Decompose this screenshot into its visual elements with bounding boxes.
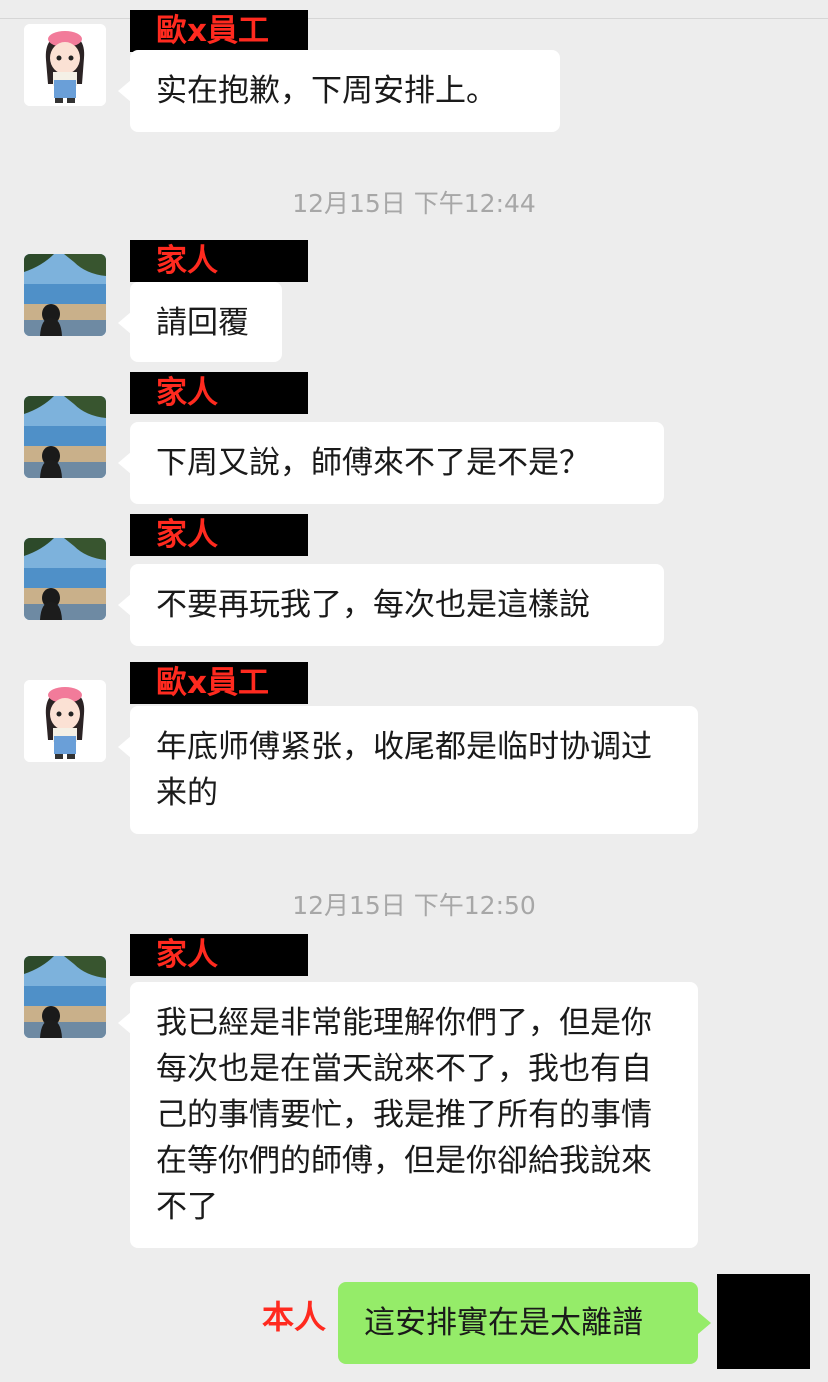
message-bubble[interactable]: 我已經是非常能理解你們了，但是你每次也是在當天說來不了，我也有自己的事情要忙，我… [118, 982, 698, 1248]
sender-name-tag: 歐x員工 [130, 662, 308, 704]
staff-avatar[interactable] [24, 24, 106, 106]
top-divider [0, 18, 828, 19]
message-bubble[interactable]: 下周又說，師傅來不了是不是？ [118, 422, 664, 504]
sender-name-tag: 家人 [130, 372, 308, 414]
family-avatar[interactable] [24, 538, 106, 620]
message-text: 实在抱歉，下周安排上。 [156, 73, 497, 109]
sender-name-tag: 家人 [130, 514, 308, 556]
message-text: 下周又說，師傅來不了是不是？ [156, 445, 590, 481]
chat-timestamp: 12月15日 下午12:50 [292, 891, 536, 920]
message-text: 請回覆 [156, 305, 249, 341]
message-bubble[interactable]: 年底师傅紧张，收尾都是临时协调过来的 [118, 706, 698, 834]
message-text: 這安排實在是太離譜 [364, 1305, 643, 1341]
message-text: 不要再玩我了，每次也是這樣說 [156, 587, 590, 623]
message-text: 年底师傅紧张，收尾都是临时协调过来的 [156, 729, 652, 811]
family-avatar[interactable] [24, 254, 106, 336]
self-message-bubble[interactable]: 這安排實在是太離譜 [338, 1282, 711, 1364]
chat-timestamp: 12月15日 下午12:44 [292, 189, 536, 218]
family-avatar[interactable] [24, 956, 106, 1038]
sender-name-tag: 家人 [130, 934, 308, 976]
staff-avatar[interactable] [24, 680, 106, 762]
message-bubble[interactable]: 实在抱歉，下周安排上。 [118, 50, 560, 132]
message-bubble[interactable]: 不要再玩我了，每次也是這樣說 [118, 564, 664, 646]
message-bubble[interactable]: 請回覆 [118, 282, 282, 362]
self-avatar[interactable] [717, 1274, 810, 1369]
sender-name-tag: 家人 [130, 240, 308, 282]
message-text: 我已經是非常能理解你們了，但是你每次也是在當天說來不了，我也有自己的事情要忙，我… [156, 1005, 652, 1225]
self-name-label: 本人 [262, 1298, 327, 1336]
sender-name-tag: 歐x員工 [130, 10, 308, 52]
family-avatar[interactable] [24, 396, 106, 478]
